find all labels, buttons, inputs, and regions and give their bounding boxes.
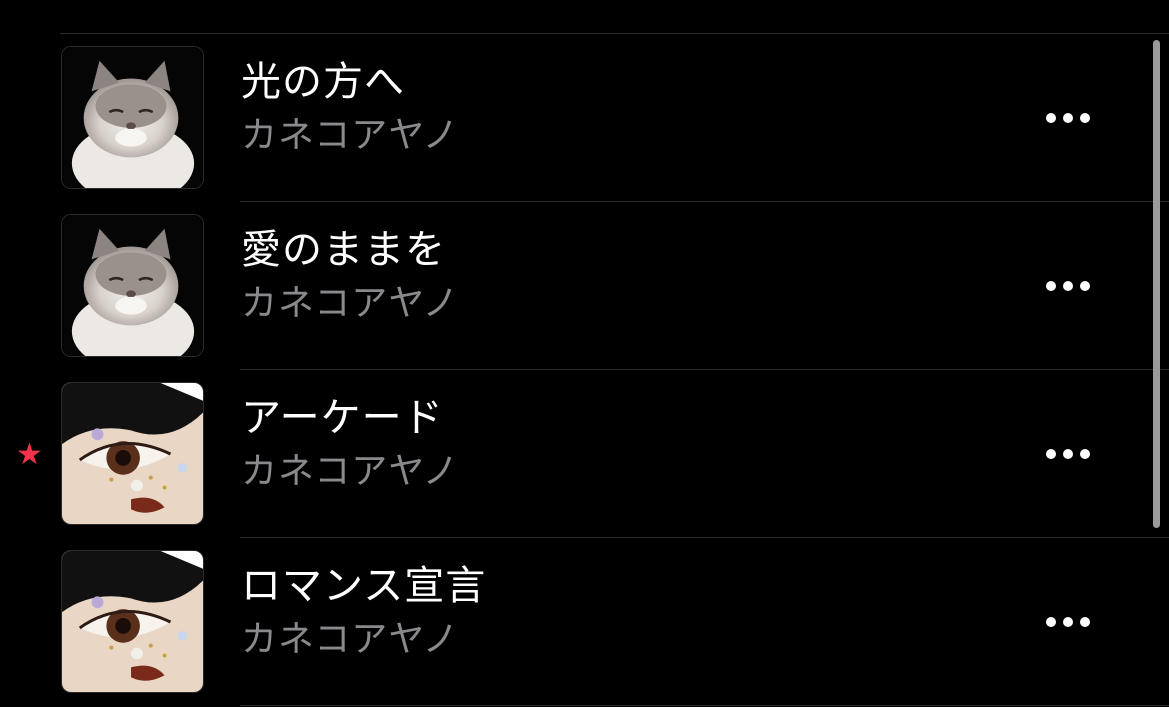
eye-artwork (61, 550, 204, 693)
ellipsis-icon (1046, 449, 1056, 459)
ellipsis-icon (1080, 617, 1090, 627)
divider (240, 705, 1169, 706)
ellipsis-icon (1063, 449, 1073, 459)
ellipsis-icon (1063, 617, 1073, 627)
song-row[interactable]: 愛のままを カネコアヤノ (0, 202, 1169, 370)
cat-artwork (61, 46, 204, 189)
artist-name: カネコアヤノ (241, 451, 460, 492)
song-title: ロマンス宣言 (241, 563, 487, 609)
ellipsis-icon (1080, 113, 1090, 123)
song-title: アーケード (241, 395, 444, 441)
more-options-button[interactable] (1030, 266, 1106, 306)
song-list-screen: 光の方へ カネコアヤノ 愛のままを カネコアヤノ ★ アーケード カネコアヤノ … (0, 0, 1169, 707)
more-options-button[interactable] (1030, 98, 1106, 138)
artist-name: カネコアヤノ (241, 283, 460, 324)
scrollbar[interactable] (1153, 40, 1160, 528)
ellipsis-icon (1046, 113, 1056, 123)
song-title: 愛のままを (241, 227, 446, 273)
cat-artwork (61, 214, 204, 357)
song-row[interactable]: ロマンス宣言 カネコアヤノ (0, 538, 1169, 706)
ellipsis-icon (1046, 617, 1056, 627)
ellipsis-icon (1063, 281, 1073, 291)
song-row[interactable]: 光の方へ カネコアヤノ (0, 34, 1169, 202)
ellipsis-icon (1080, 281, 1090, 291)
artist-name: カネコアヤノ (241, 619, 460, 660)
ellipsis-icon (1063, 113, 1073, 123)
ellipsis-icon (1046, 281, 1056, 291)
star-icon: ★ (16, 437, 43, 472)
eye-artwork (61, 382, 204, 525)
more-options-button[interactable] (1030, 434, 1106, 474)
artist-name: カネコアヤノ (241, 115, 460, 156)
ellipsis-icon (1080, 449, 1090, 459)
song-row[interactable]: ★ アーケード カネコアヤノ (0, 370, 1169, 538)
more-options-button[interactable] (1030, 602, 1106, 642)
song-title: 光の方へ (241, 59, 405, 105)
